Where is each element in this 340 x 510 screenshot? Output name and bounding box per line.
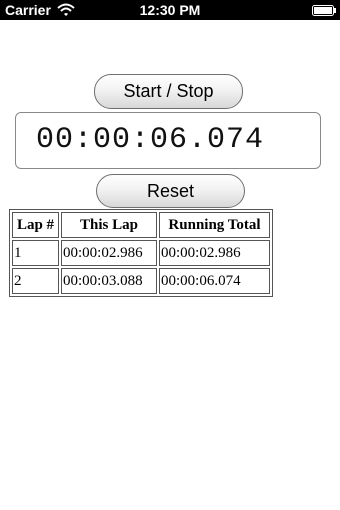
start-stop-button[interactable]: Start / Stop [94,74,243,109]
running-total-cell: 00:00:06.074 [159,268,270,294]
running-total-header: Running Total [159,212,270,238]
reset-button[interactable]: Reset [96,174,245,208]
status-clock: 12:30 PM [139,2,201,18]
lap-number-cell: 1 [12,240,59,266]
lap-number-cell: 2 [12,268,59,294]
table-row: 2 00:00:03.088 00:00:06.074 [12,268,270,294]
this-lap-cell: 00:00:03.088 [61,268,157,294]
this-lap-cell: 00:00:02.986 [61,240,157,266]
lap-number-header: Lap # [12,212,59,238]
battery-icon [312,5,336,16]
running-total-cell: 00:00:02.986 [159,240,270,266]
table-row: 1 00:00:02.986 00:00:02.986 [12,240,270,266]
timer-display: 00:00:06.074 [15,112,321,169]
this-lap-header: This Lap [61,212,157,238]
status-bar: Carrier 12:30 PM [0,0,340,20]
lap-table: Lap # This Lap Running Total 1 00:00:02.… [9,209,273,297]
lap-table-header-row: Lap # This Lap Running Total [12,212,270,238]
